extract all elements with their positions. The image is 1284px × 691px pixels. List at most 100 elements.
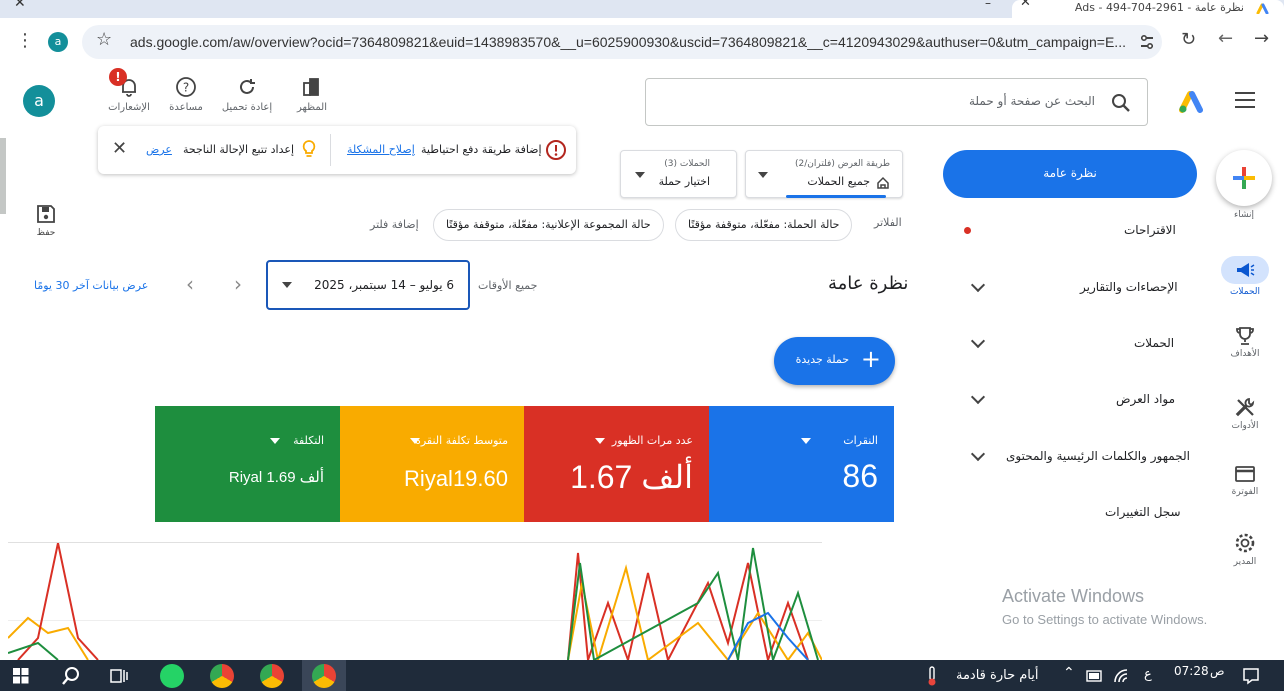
notification-center-icon[interactable] (1242, 667, 1260, 685)
notif-divider (330, 134, 331, 166)
rail-tools[interactable]: الأدوات (1215, 396, 1275, 431)
series-line-green (8, 641, 59, 660)
page-title: نظرة عامة (828, 273, 909, 294)
dropdown-arrow-icon[interactable] (410, 438, 420, 444)
rail-goals[interactable]: الأهداف (1215, 326, 1275, 359)
create-fab[interactable] (1216, 150, 1272, 206)
back-icon[interactable]: ← (1218, 28, 1233, 49)
alert-badge-icon: ! (109, 68, 127, 86)
chevron-down-icon[interactable] (970, 333, 986, 349)
credit-card-icon (1235, 466, 1255, 482)
tune-icon[interactable] (1139, 34, 1155, 50)
recommendations-dot (964, 227, 971, 234)
filter-chip-campaign-status[interactable]: حالة الحملة: مفعّلة، متوقفة مؤقتًا (675, 209, 853, 241)
search-input[interactable]: البحث عن صفحة أو حملة (645, 78, 1148, 126)
rail-create[interactable]: إنشاء (1214, 150, 1274, 220)
notification-close-icon[interactable]: ✕ (112, 138, 127, 159)
megaphone-icon (1237, 263, 1255, 277)
bookmark-star-icon[interactable]: ☆ (96, 29, 112, 50)
forward-icon[interactable]: → (1254, 28, 1269, 49)
tab-title: نظرة عامة - 2961-704-494 - Ads (1074, 1, 1244, 14)
create-label: إنشاء (1233, 210, 1254, 220)
nav-overview[interactable]: نظرة عامة (943, 150, 1197, 198)
windows-start-icon[interactable] (13, 668, 29, 684)
refresh-label: إعادة تحميل (221, 102, 273, 113)
date-range-picker[interactable]: 6 يوليو – 14 سبتمبر، 2025 (266, 260, 470, 310)
battery-icon[interactable] (1086, 670, 1104, 682)
home-icon (877, 176, 889, 189)
error-icon (546, 140, 566, 160)
campaign-select-label: الحملات (3) (664, 159, 710, 169)
whatsapp-icon[interactable] (160, 664, 184, 688)
weather-text[interactable]: أيام حارة قادمة (956, 668, 1039, 683)
campaign-select[interactable]: الحملات (3) اختيار حملة (620, 150, 737, 198)
browser-tab-active[interactable]: ✕ نظرة عامة - 2961-704-494 - Ads (1012, 0, 1284, 18)
chrome-profile-icon[interactable] (260, 664, 284, 688)
rail-campaigns[interactable]: الحملات (1215, 256, 1275, 297)
fix-issue-link[interactable]: إصلاح المشكلة (347, 143, 415, 156)
campaigns-pill (1221, 256, 1269, 284)
notification-bar: ✕ عرض إعداد تتبع الإحالة الناجحة إصلاح ا… (98, 126, 576, 174)
metric-value: 1.67 ألف (570, 459, 693, 495)
admin-label: المدير (1233, 557, 1257, 567)
metric-card-clicks[interactable]: النقرات 86 (709, 406, 894, 522)
last-30-days-link[interactable]: عرض بيانات آخر 30 يومًا (34, 279, 148, 292)
help-button[interactable]: ? مساعدة (156, 76, 216, 113)
save-button[interactable]: حفظ (30, 204, 62, 238)
tools-label: الأدوات (1231, 421, 1259, 431)
add-filter-link[interactable]: إضافة فلتر (370, 218, 419, 231)
dropdown-arrow-icon (758, 172, 768, 178)
rail-billing[interactable]: الفوترة (1215, 464, 1275, 497)
appearance-button[interactable]: المظهر (282, 76, 342, 113)
main-menu-icon[interactable] (1235, 92, 1255, 108)
profile-avatar[interactable]: a (48, 32, 68, 52)
billing-label: الفوترة (1231, 487, 1259, 497)
view-link[interactable]: عرض (146, 143, 172, 156)
window-minimize-icon[interactable]: – (985, 0, 991, 10)
taskbar-search-icon[interactable] (61, 666, 81, 686)
input-language[interactable]: ع (1144, 667, 1152, 682)
metric-card-cost[interactable]: التكلفة Riyal 1.69 ألف (155, 406, 340, 522)
metric-label: التكلفة (293, 434, 324, 447)
chevron-down-icon[interactable] (970, 389, 986, 405)
url-text[interactable]: ads.google.com/aw/overview?ocid=73648098… (130, 34, 1126, 50)
browser-menu-icon[interactable]: ⋮ (16, 30, 34, 51)
refresh-button[interactable]: إعادة تحميل (217, 76, 277, 113)
reload-icon[interactable]: ↻ (1181, 29, 1196, 50)
metric-value: 86 (842, 458, 878, 494)
chevron-down-icon[interactable] (970, 446, 986, 462)
view-select[interactable]: طريقة العرض (فلتران/2) جميع الحملات (745, 150, 903, 198)
new-campaign-label: حملة جديدة (795, 353, 849, 366)
prev-period-icon[interactable]: ‹ (186, 272, 194, 296)
metric-value: Riyal 1.69 ألف (228, 469, 324, 486)
new-campaign-button[interactable]: + حملة جديدة (774, 337, 895, 385)
notifications-button[interactable]: الإشعارات ! (99, 68, 159, 113)
rail-admin[interactable]: المدير (1215, 532, 1275, 567)
clock-time[interactable]: 07:28 (1174, 664, 1209, 678)
window-close-icon[interactable]: ✕ (14, 0, 26, 11)
metric-value: Riyal19.60 (404, 466, 508, 491)
filters-label: الفلاتر (874, 216, 902, 229)
nav-overview-label: نظرة عامة (1043, 166, 1097, 180)
dropdown-arrow-icon[interactable] (801, 438, 811, 444)
metric-card-impressions[interactable]: عدد مرات الظهور 1.67 ألف (524, 406, 709, 522)
clock-ampm[interactable]: ص (1210, 664, 1225, 678)
dropdown-arrow-icon[interactable] (270, 438, 280, 444)
browser-tabstrip: ✕ – ✕ نظرة عامة - 2961-704-494 - Ads (0, 0, 1284, 18)
help-label: مساعدة (169, 102, 203, 113)
tab-close-icon[interactable]: ✕ (1020, 0, 1031, 10)
next-period-icon[interactable]: › (234, 272, 242, 296)
svg-text:?: ? (183, 81, 189, 95)
chrome-active-tile[interactable] (302, 660, 346, 691)
notification-message: إضافة طريقة دفع احتياطية (421, 143, 542, 156)
dropdown-arrow-icon[interactable] (595, 438, 605, 444)
task-view-icon[interactable] (110, 668, 128, 684)
metric-card-avg-cpc[interactable]: متوسط تكلفة النقرة Riyal19.60 (340, 406, 524, 522)
appearance-icon (303, 78, 319, 96)
chrome-icon[interactable] (210, 664, 234, 688)
filter-chip-adgroup-status[interactable]: حالة المجموعة الإعلانية: مفعّلة، متوقفة … (433, 209, 664, 241)
chevron-down-icon[interactable] (970, 277, 986, 293)
tray-chevron-up-icon[interactable]: ⌃ (1063, 665, 1075, 681)
account-avatar[interactable]: a (23, 85, 55, 117)
wifi-icon[interactable] (1113, 668, 1131, 684)
